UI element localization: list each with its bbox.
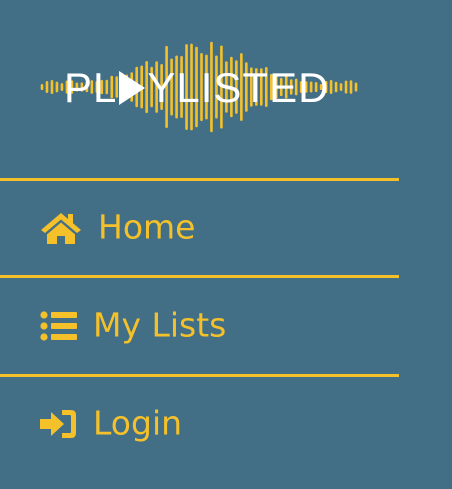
wave-bar [45, 81, 49, 93]
wave-bar [334, 81, 338, 93]
divider [0, 178, 399, 181]
sidebar: PL YLISTED Home My Lists Login [0, 0, 452, 489]
wave-bar [55, 81, 59, 93]
wave-bar [354, 82, 358, 92]
wave-bar [40, 84, 44, 90]
nav-item-login[interactable]: Login [0, 378, 399, 470]
sign-in-icon [40, 409, 78, 439]
wave-bar [349, 80, 353, 94]
logo-text-start: PL [64, 64, 118, 111]
wave-bar [50, 80, 54, 94]
divider [0, 374, 399, 377]
logo-text-end: YLISTED [147, 64, 330, 111]
divider [0, 275, 399, 278]
wave-bar [344, 80, 348, 94]
home-icon [40, 211, 82, 245]
wave-bar [60, 83, 64, 91]
play-triangle-icon [119, 71, 146, 105]
wave-bar [329, 80, 333, 94]
nav-item-home[interactable]: Home [0, 182, 399, 274]
wave-bar [339, 83, 343, 91]
nav-label-login: Login [93, 403, 183, 443]
nav-label-my-lists: My Lists [93, 305, 227, 345]
nav-label-home: Home [98, 207, 196, 247]
logo[interactable]: PL YLISTED [38, 32, 360, 140]
list-icon [40, 311, 78, 341]
logo-text: PL YLISTED [64, 62, 329, 114]
nav-item-my-lists[interactable]: My Lists [0, 280, 399, 372]
